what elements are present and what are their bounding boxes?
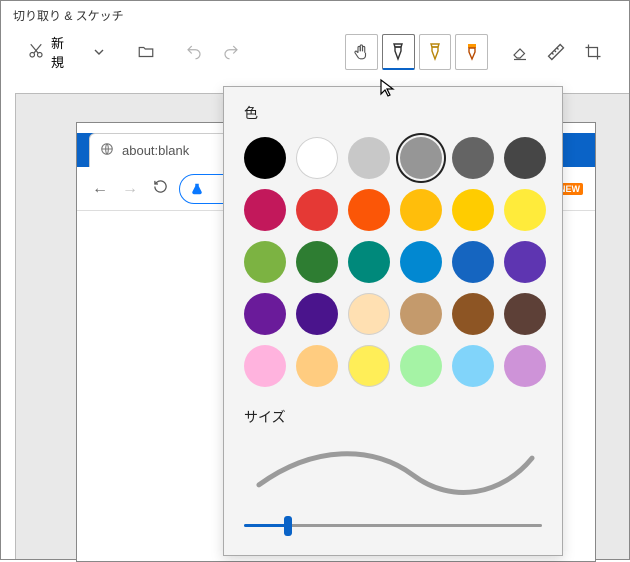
hand-icon (352, 43, 370, 61)
color-swatch[interactable] (452, 137, 494, 179)
folder-icon (137, 43, 155, 61)
color-swatch[interactable] (452, 241, 494, 283)
color-swatch[interactable] (296, 345, 338, 387)
ballpoint-pen-button[interactable] (382, 34, 415, 70)
color-swatch[interactable] (504, 137, 546, 179)
color-swatch[interactable] (452, 345, 494, 387)
reload-button[interactable] (149, 179, 171, 199)
color-swatch[interactable] (504, 293, 546, 335)
color-swatch[interactable] (244, 137, 286, 179)
redo-icon (222, 43, 240, 61)
new-snip-button[interactable]: 新規 (21, 34, 78, 70)
undo-icon (185, 43, 203, 61)
size-slider[interactable] (244, 510, 542, 540)
new-label: 新規 (51, 33, 72, 71)
color-swatch[interactable] (348, 241, 390, 283)
crop-icon (584, 43, 602, 61)
highlighter-icon (464, 42, 480, 62)
app-window: 切り取り & スケッチ 新規 (0, 0, 630, 560)
color-swatch[interactable] (400, 345, 442, 387)
color-swatch[interactable] (348, 345, 390, 387)
color-swatch[interactable] (296, 293, 338, 335)
eraser-button[interactable] (503, 34, 536, 70)
highlighter-button[interactable] (455, 34, 488, 70)
back-button[interactable]: ← (89, 180, 111, 198)
redo-button[interactable] (214, 34, 247, 70)
color-swatch[interactable] (400, 137, 442, 179)
toolbar: 新規 (1, 30, 629, 80)
color-swatch-grid (244, 137, 542, 387)
ruler-icon (546, 42, 566, 62)
color-swatch[interactable] (348, 189, 390, 231)
forward-button[interactable]: → (119, 180, 141, 198)
color-swatch[interactable] (296, 137, 338, 179)
color-swatch[interactable] (348, 293, 390, 335)
color-swatch[interactable] (400, 189, 442, 231)
color-section-label: 色 (244, 103, 542, 123)
color-swatch[interactable] (400, 293, 442, 335)
ruler-button[interactable] (540, 34, 573, 70)
slider-thumb[interactable] (284, 516, 292, 536)
globe-icon (100, 142, 114, 159)
undo-button[interactable] (178, 34, 211, 70)
color-swatch[interactable] (348, 137, 390, 179)
color-swatch[interactable] (504, 189, 546, 231)
tab-label: about:blank (122, 143, 189, 158)
open-file-button[interactable] (130, 34, 163, 70)
eraser-icon (511, 43, 529, 61)
color-swatch[interactable] (504, 241, 546, 283)
color-swatch[interactable] (244, 293, 286, 335)
color-swatch[interactable] (452, 189, 494, 231)
color-swatch[interactable] (244, 345, 286, 387)
slider-track-empty (288, 524, 542, 527)
size-section-label: サイズ (244, 407, 542, 427)
chevron-down-icon (93, 46, 105, 58)
flask-icon (190, 182, 204, 196)
pencil-icon (427, 42, 443, 62)
pen-icon (390, 42, 406, 62)
color-swatch[interactable] (452, 293, 494, 335)
color-swatch[interactable] (400, 241, 442, 283)
stroke-preview (244, 439, 542, 501)
color-swatch[interactable] (244, 241, 286, 283)
crop-button[interactable] (576, 34, 609, 70)
snip-icon (27, 42, 45, 63)
pencil-button[interactable] (419, 34, 452, 70)
slider-track-filled (244, 524, 288, 527)
color-swatch[interactable] (296, 189, 338, 231)
color-swatch[interactable] (296, 241, 338, 283)
color-swatch[interactable] (244, 189, 286, 231)
touch-writing-button[interactable] (345, 34, 378, 70)
new-dropdown-button[interactable] (82, 34, 115, 70)
color-swatch[interactable] (504, 345, 546, 387)
window-title: 切り取り & スケッチ (1, 1, 629, 30)
pen-flyout: 色 サイズ (223, 86, 563, 556)
